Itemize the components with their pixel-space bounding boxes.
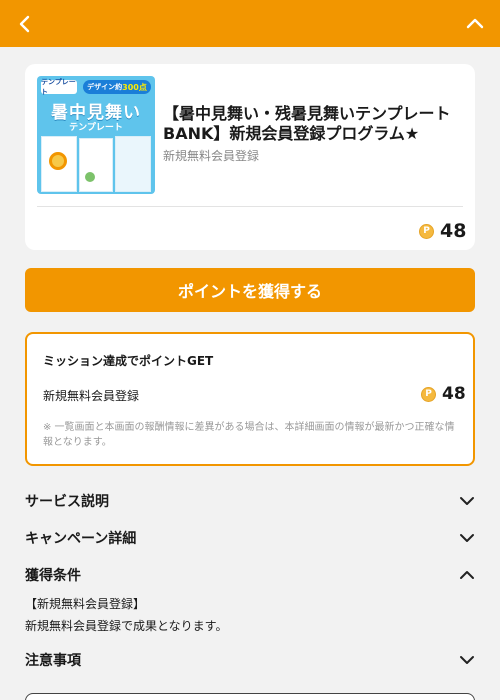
point-coin-icon: P [419,223,434,239]
mission-note: ※ 一覧画面と本画面の報酬情報に差異がある場合は、本詳細画面の情報が最新かつ正確… [43,422,455,448]
thumbnail-card-2 [79,138,113,192]
conditions-body: 新規無料会員登録で成果となります。 [25,619,228,633]
back-button[interactable] [14,13,36,35]
mission-box: ミッション達成でポイントGET 新規無料会員登録 P 48 ※ 一覧画面と本画面… [25,332,475,466]
mission-points-value: 48 [442,384,466,404]
offer-subtitle: 新規無料会員登録 [163,149,260,163]
divider [37,206,463,207]
offer-thumbnail: テンプレート デザイン約 300点 暑中見舞い テンプレート [37,76,155,194]
section-service-description[interactable]: サービス説明 [25,489,475,513]
chevron-down-icon [459,493,475,509]
section-label: 注意事項 [25,653,81,669]
collapse-button[interactable] [464,13,486,35]
mission-points: P 48 [421,384,466,404]
thumbnail-logo: テンプレート [41,78,77,96]
thumbnail-subtitle: テンプレート [69,123,123,133]
section-acquisition-conditions[interactable]: 獲得条件 [25,563,475,587]
section-notes[interactable]: 注意事項 [25,648,475,672]
mission-title: ミッション達成でポイントGET [43,354,214,368]
point-coin-icon: P [421,386,436,402]
chevron-down-icon [459,530,475,546]
chevron-up-icon [466,18,484,28]
section-label: キャンペーン詳細 [25,531,137,547]
conditions-heading: 【新規無料会員登録】 [25,597,146,611]
mission-item-label: 新規無料会員登録 [43,389,140,403]
offer-card: テンプレート デザイン約 300点 暑中見舞い テンプレート 【暑中見舞い・残暑見… [25,64,475,250]
chevron-up-icon [459,567,475,583]
chevron-down-icon [459,652,475,668]
top-bar [0,0,500,47]
chevron-left-icon [19,15,30,32]
offer-points-value: 48 [440,220,467,242]
sunflower-icon [49,152,67,170]
bottom-panel[interactable] [25,693,475,700]
section-label: 獲得条件 [25,568,81,584]
sunflower-icon [85,172,95,182]
offer-title: 【暑中見舞い・残暑見舞いテンプレートBANK】新規会員登録プログラム★ [163,104,451,143]
thumbnail-card-3 [115,136,151,192]
thumbnail-badge: デザイン約 300点 [83,80,151,94]
offer-points: P 48 [419,220,466,242]
section-campaign-details[interactable]: キャンペーン詳細 [25,526,475,550]
section-label: サービス説明 [25,494,109,510]
earn-points-button[interactable]: ポイントを獲得する [25,268,475,312]
